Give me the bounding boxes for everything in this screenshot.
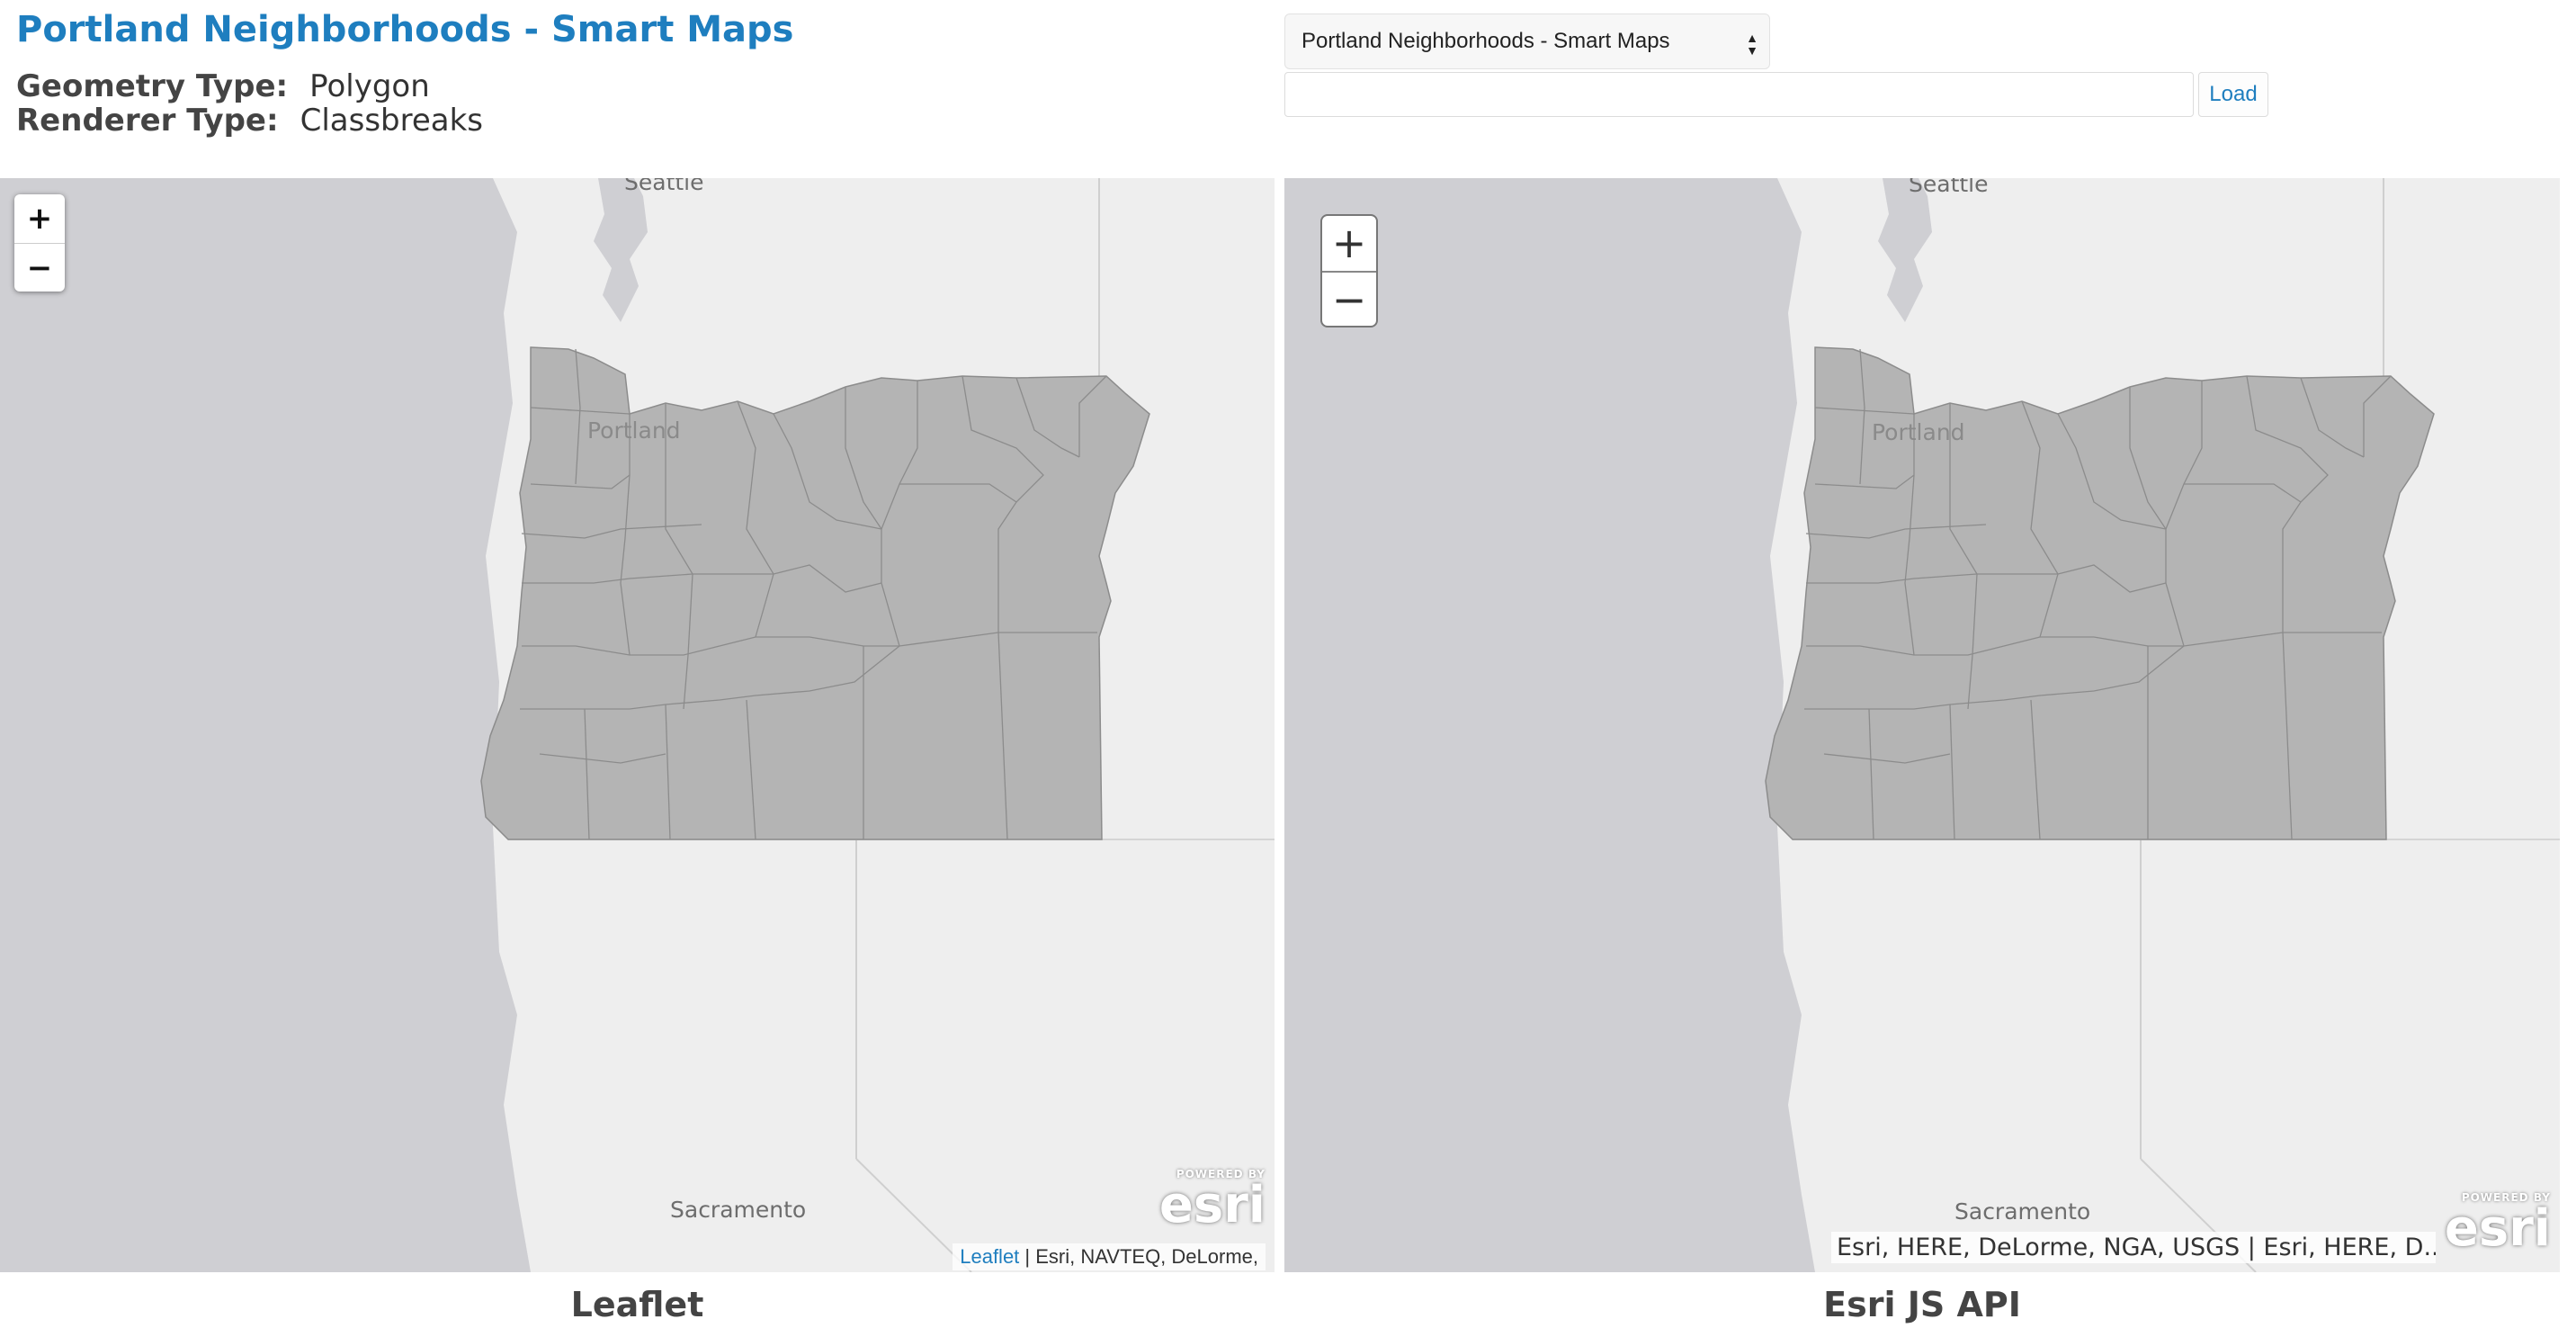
esri-basemap: [1765, 178, 2560, 1272]
zoom-in-icon[interactable]: +: [14, 194, 65, 244]
map-select[interactable]: Portland Neighborhoods - Smart Maps ▲ ▼: [1284, 13, 1770, 69]
zoom-out-icon[interactable]: −: [14, 244, 65, 292]
leaflet-zoom-control: + −: [14, 194, 65, 292]
esri-logo: POWERED BY esri: [2434, 1191, 2551, 1263]
select-arrows-icon: ▲ ▼: [1746, 31, 1758, 58]
esri-logo-name: esri: [1158, 1176, 1266, 1234]
leaflet-basemap: [480, 178, 1275, 1272]
zoom-in-icon[interactable]: +: [1322, 216, 1376, 273]
leaflet-map[interactable]: Seattle Portland Sacramento + − POWERED …: [0, 178, 1275, 1272]
renderer-type-row: Renderer Type: Classbreaks: [16, 104, 483, 137]
esri-attribution: Esri, HERE, DeLorme, NGA, USGS | Esri, H…: [1831, 1232, 2436, 1263]
load-button[interactable]: Load: [2198, 72, 2268, 117]
city-label-portland: Portland: [1872, 419, 1965, 445]
renderer-type-label: Renderer Type:: [16, 103, 279, 139]
oregon-polygon: [480, 346, 1150, 840]
leaflet-caption: Leaflet: [570, 1285, 704, 1324]
esri-caption: Esri JS API: [1823, 1285, 2021, 1324]
esri-zoom-control: + −: [1320, 214, 1378, 328]
page-title: Portland Neighborhoods - Smart Maps: [16, 9, 794, 50]
city-label-seattle: Seattle: [624, 178, 704, 195]
city-label-portland: Portland: [587, 417, 681, 444]
esri-logo: POWERED BY esri: [1149, 1168, 1266, 1240]
geometry-type-label: Geometry Type:: [16, 68, 289, 104]
url-input[interactable]: [1284, 72, 2194, 117]
leaflet-attribution-link[interactable]: Leaflet: [960, 1245, 1019, 1268]
city-label-seattle: Seattle: [1909, 178, 1989, 197]
oregon-polygon: [1765, 346, 2435, 840]
map-select-value: Portland Neighborhoods - Smart Maps: [1301, 29, 1670, 53]
zoom-out-icon[interactable]: −: [1322, 273, 1376, 328]
geometry-type-value: Polygon: [309, 68, 430, 104]
geometry-type-row: Geometry Type: Polygon: [16, 70, 430, 103]
city-label-sacramento: Sacramento: [1954, 1198, 2091, 1225]
renderer-type-value: Classbreaks: [300, 103, 484, 139]
leaflet-attribution-text: | Esri, NAVTEQ, DeLorme,: [1019, 1245, 1258, 1268]
city-label-sacramento: Sacramento: [670, 1197, 807, 1223]
esri-map[interactable]: Seattle Portland Sacramento + − Esri, HE…: [1284, 178, 2560, 1272]
esri-logo-name: esri: [2444, 1199, 2551, 1258]
leaflet-attribution: Leaflet | Esri, NAVTEQ, DeLorme,: [953, 1243, 1266, 1270]
